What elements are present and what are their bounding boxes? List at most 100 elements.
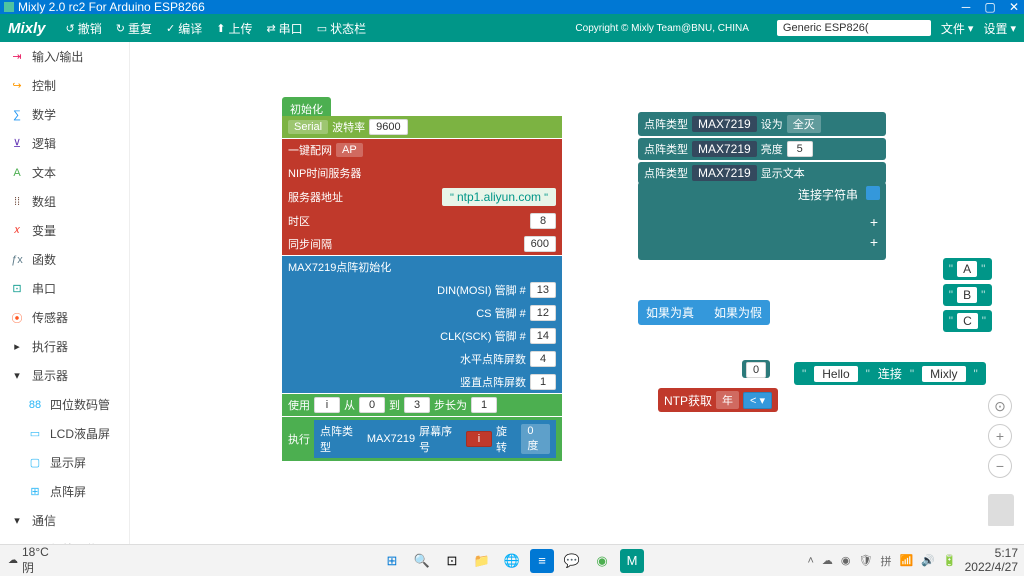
string-c-block[interactable]: "C": [943, 310, 992, 332]
taskview-icon[interactable]: ⊡: [440, 549, 464, 573]
mixly-text[interactable]: Mixly: [922, 366, 965, 382]
nip-server-block[interactable]: NIP时间服务器: [282, 162, 562, 184]
join-string-block[interactable]: 连接字符串 + +: [638, 182, 886, 260]
settings-menu[interactable]: 设置 ▾: [983, 20, 1016, 37]
sidebar-item-function[interactable]: ƒx函数: [0, 245, 129, 274]
sidebar-item-sensor[interactable]: ⦿传感器: [0, 303, 129, 332]
edge-icon[interactable]: 🌐: [500, 549, 524, 573]
explorer-icon[interactable]: 📁: [470, 549, 494, 573]
sidebar-item-screen[interactable]: ▢显示屏: [0, 448, 129, 477]
sidebar-item-matrix[interactable]: ⊞点阵屏: [0, 477, 129, 506]
360-icon[interactable]: ◉: [590, 549, 614, 573]
trash-icon[interactable]: [988, 494, 1014, 526]
center-button[interactable]: ⊙: [988, 394, 1012, 418]
max-dropdown-3[interactable]: MAX7219: [692, 165, 757, 181]
step-input[interactable]: 1: [471, 397, 497, 413]
max-dropdown-2[interactable]: MAX7219: [692, 141, 757, 157]
statusbar-button[interactable]: ▭ 状态栏: [317, 20, 366, 37]
vscode-icon[interactable]: ≡: [530, 549, 554, 573]
sidebar-item-logic[interactable]: ⊻逻辑: [0, 129, 129, 158]
string-b-block[interactable]: "B": [943, 284, 992, 306]
ap-dropdown[interactable]: AP: [336, 143, 363, 157]
sidebar-item-io[interactable]: ⇥输入/输出: [0, 42, 129, 71]
matrix-setall-block[interactable]: 点阵类型MAX7219 设为全灭: [638, 112, 886, 136]
cs-input[interactable]: 12: [530, 305, 556, 321]
vcount-input[interactable]: 1: [530, 374, 556, 390]
file-menu[interactable]: 文件 ▾: [941, 20, 974, 37]
tz-input[interactable]: 8: [530, 213, 556, 229]
wechat-icon[interactable]: 💬: [560, 549, 584, 573]
mutator-icon[interactable]: [866, 186, 880, 200]
clk-input[interactable]: 14: [530, 328, 556, 344]
server-addr-input[interactable]: " ntp1.aliyun.com ": [442, 188, 556, 206]
ntp-get-block[interactable]: NTP获取 年 < ▾: [658, 388, 778, 412]
sidebar-item-ir[interactable]: ◎红外通信: [0, 535, 129, 544]
search-icon[interactable]: 🔍: [410, 549, 434, 573]
number-block[interactable]: 0: [742, 360, 770, 378]
ntp-unit-dropdown[interactable]: 年: [716, 391, 739, 409]
hello-text[interactable]: Hello: [814, 366, 857, 382]
sidebar-item-serial[interactable]: ⊡串口: [0, 274, 129, 303]
hcount-row[interactable]: 水平点阵屏数4: [282, 348, 562, 370]
serial-dropdown[interactable]: Serial: [288, 120, 328, 134]
add-slot-1[interactable]: +: [870, 214, 878, 230]
add-slot-2[interactable]: +: [870, 234, 878, 250]
board-select[interactable]: [777, 20, 931, 36]
undo-button[interactable]: ↺ 撤销: [66, 20, 102, 37]
tray-wifi-icon[interactable]: 📶: [900, 554, 914, 567]
tray-volume-icon[interactable]: 🔊: [921, 554, 935, 567]
matrix-brightness-block[interactable]: 点阵类型MAX7219 亮度5: [638, 138, 886, 160]
sidebar-item-7seg[interactable]: 88四位数码管: [0, 390, 129, 419]
brightness-input[interactable]: 5: [787, 141, 813, 157]
sidebar-item-comm[interactable]: ▾通信: [0, 506, 129, 535]
sidebar-item-control[interactable]: ↪控制: [0, 71, 129, 100]
alloff-dropdown[interactable]: 全灭: [787, 115, 821, 133]
sidebar-item-math[interactable]: ∑数学: [0, 100, 129, 129]
upload-button[interactable]: ⬆ 上传: [216, 20, 252, 37]
sidebar-item-display[interactable]: ▾显示器: [0, 361, 129, 390]
din-input[interactable]: 13: [530, 282, 556, 298]
tray-cloud-icon[interactable]: ☁: [822, 554, 833, 567]
tray-up-icon[interactable]: ˄: [807, 555, 813, 567]
start-button[interactable]: ⊞: [380, 549, 404, 573]
sidebar-item-text[interactable]: A文本: [0, 158, 129, 187]
clk-row[interactable]: CLK(SCK) 管脚 #14: [282, 325, 562, 347]
redo-button[interactable]: ↻ 重复: [116, 20, 152, 37]
zoom-in-button[interactable]: +: [988, 424, 1012, 448]
sidebar-item-array[interactable]: ⁞⁞数组: [0, 187, 129, 216]
sync-input[interactable]: 600: [524, 236, 556, 252]
server-addr-row[interactable]: 服务器地址" ntp1.aliyun.com ": [282, 185, 562, 209]
mixly-icon[interactable]: M: [620, 549, 644, 573]
serial-button[interactable]: ⇄ 串口: [266, 20, 302, 37]
string-join-block[interactable]: "Hello" 连接 "Mixly": [794, 362, 986, 385]
max-dropdown-1[interactable]: MAX7219: [692, 116, 757, 132]
vcount-row[interactable]: 竖直点阵屏数1: [282, 371, 562, 393]
close-button[interactable]: ✕: [1008, 0, 1020, 14]
cs-row[interactable]: CS 管脚 #12: [282, 302, 562, 324]
for-loop-block[interactable]: 使用i 从0 到3 步长为1: [282, 394, 562, 416]
rotate-dropdown[interactable]: 0度: [521, 424, 550, 454]
matrix-rotate-block[interactable]: 点阵类型MAX7219 屏幕序号i 旋转0度: [314, 420, 556, 458]
tray-ime-icon[interactable]: 拼: [881, 553, 892, 569]
maximize-button[interactable]: ▢: [984, 0, 996, 14]
from-input[interactable]: 0: [359, 397, 385, 413]
wifi-config-block[interactable]: 一键配网AP: [282, 139, 562, 161]
sync-row[interactable]: 同步间隔600: [282, 233, 562, 255]
hcount-input[interactable]: 4: [530, 351, 556, 367]
clock[interactable]: 5:172022/4/27: [965, 547, 1018, 573]
sidebar-item-variable[interactable]: 𝑥变量: [0, 216, 129, 245]
sidebar-item-lcd[interactable]: ▭LCD液晶屏: [0, 419, 129, 448]
if-block[interactable]: 如果为真 如果为假: [638, 300, 770, 325]
loop-var[interactable]: i: [314, 397, 340, 413]
canvas[interactable]: 初始化 Serial 波特率 9600 一键配网AP NIP时间服务器 服务器地…: [130, 42, 1024, 544]
minimize-button[interactable]: ─: [960, 0, 972, 14]
tray-shield-icon[interactable]: 🛡: [859, 554, 873, 567]
zoom-out-button[interactable]: −: [988, 454, 1012, 478]
compile-button[interactable]: ✓ 编译: [166, 20, 202, 37]
baud-input[interactable]: 9600: [369, 119, 407, 135]
screen-var[interactable]: i: [466, 431, 492, 447]
matrix-showtext-block[interactable]: 点阵类型MAX7219 显示文本: [638, 162, 886, 184]
ntp-op[interactable]: < ▾: [743, 392, 772, 409]
serial-block[interactable]: Serial 波特率 9600: [282, 116, 562, 138]
tray-browser-icon[interactable]: ◉: [841, 554, 851, 567]
